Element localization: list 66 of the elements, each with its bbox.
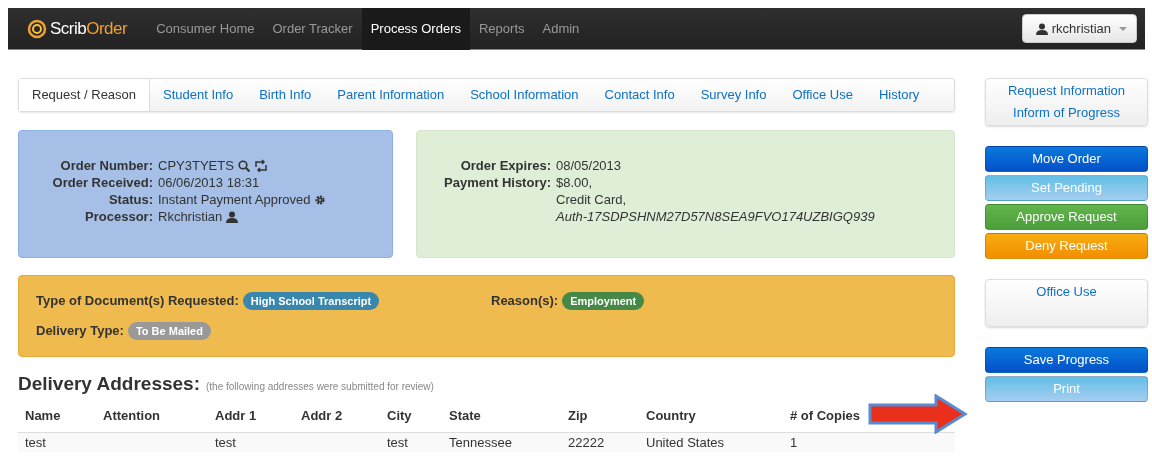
table-cell: test <box>215 435 236 451</box>
tab[interactable]: Parent Information <box>324 79 458 111</box>
field-label: Type of Document(s) Requested: <box>36 292 239 311</box>
tag: High School Transcript <box>242 291 380 311</box>
action-button[interactable]: Save Progress <box>985 347 1148 373</box>
tab[interactable]: Request / Reason <box>19 79 151 111</box>
field-value: Instant Payment Approved <box>158 192 311 207</box>
table-cell: test <box>25 435 46 451</box>
field-label: Order Received: <box>51 174 154 191</box>
sidebar-link[interactable]: Inform of Progress <box>1013 107 1120 119</box>
tab[interactable]: School Information <box>457 79 592 111</box>
tab[interactable]: History <box>865 79 933 111</box>
table-cell: test <box>387 435 408 451</box>
field-value: $8.00, <box>556 174 594 191</box>
column-header: State <box>442 403 561 433</box>
column-header: Addr 1 <box>208 403 294 433</box>
repeat-icon <box>253 159 268 172</box>
field-label: Order Number: <box>59 157 154 174</box>
tab[interactable]: Student Info <box>150 79 247 111</box>
user-icon <box>226 211 239 223</box>
user-icon <box>1035 22 1048 35</box>
tab[interactable]: Birth Info <box>246 79 325 111</box>
nav-link[interactable]: Admin <box>533 7 589 50</box>
field-value: 08/05/2013 <box>556 157 622 174</box>
field-value: Rkchristian <box>158 209 223 224</box>
section-heading: Delivery Addresses: <box>18 373 200 396</box>
action-button[interactable]: Move Order <box>985 146 1148 172</box>
section-note: (the following addresses were submitted for review) <box>206 380 434 394</box>
action-button[interactable]: Approve Request <box>985 204 1148 230</box>
column-header: City <box>380 403 442 433</box>
caret-icon <box>1119 26 1127 31</box>
column-header: Country <box>639 403 783 433</box>
sidebar-link[interactable]: Request Information <box>1007 85 1126 97</box>
gear-icon <box>314 194 327 206</box>
tab[interactable]: Office Use <box>779 79 866 111</box>
logo-text[interactable]: ScribOrder <box>50 15 128 42</box>
field-value: Credit Card, <box>556 191 628 208</box>
table-cell: 22222 <box>568 435 605 451</box>
tab[interactable]: Contact Info <box>591 79 688 111</box>
user-menu-button[interactable]: rkchristian <box>1021 13 1137 44</box>
table-cell: 1 <box>790 435 798 451</box>
table-cell: United States <box>646 435 725 451</box>
nav-link[interactable]: Process Orders <box>361 7 470 50</box>
table-cell: Tennessee <box>449 435 512 451</box>
field-label: Status: <box>107 191 154 208</box>
search-icon <box>237 160 250 172</box>
field-label: Payment History: <box>443 174 552 192</box>
sidebar-link[interactable]: Office Use <box>1036 286 1097 298</box>
logo-icon <box>26 17 48 40</box>
nav-link[interactable]: Consumer Home <box>147 7 264 50</box>
column-header: Name <box>18 403 96 433</box>
column-header: Zip <box>561 403 639 433</box>
field-value: Auth-17SDPSHNM27D57N8SEA9FVO174UZBIGQ939 <box>556 208 875 225</box>
field-value: CPY3TYETS <box>158 158 234 173</box>
field-label: Delivery Type: <box>36 322 124 341</box>
nav-link[interactable]: Order Tracker <box>263 7 362 50</box>
field-label: Order Expires: <box>459 157 552 174</box>
column-header: Addr 2 <box>294 403 380 433</box>
tab[interactable]: Survey Info <box>687 79 780 111</box>
nav-link[interactable]: Reports <box>469 7 534 50</box>
tag: Employment <box>562 291 645 311</box>
field-label: Processor: <box>84 208 154 225</box>
field-value: 06/06/2013 18:31 <box>158 175 260 190</box>
tag: To Be Mailed <box>127 321 211 341</box>
column-header: Attention <box>96 403 208 433</box>
field-label: Reason(s): <box>491 292 559 311</box>
